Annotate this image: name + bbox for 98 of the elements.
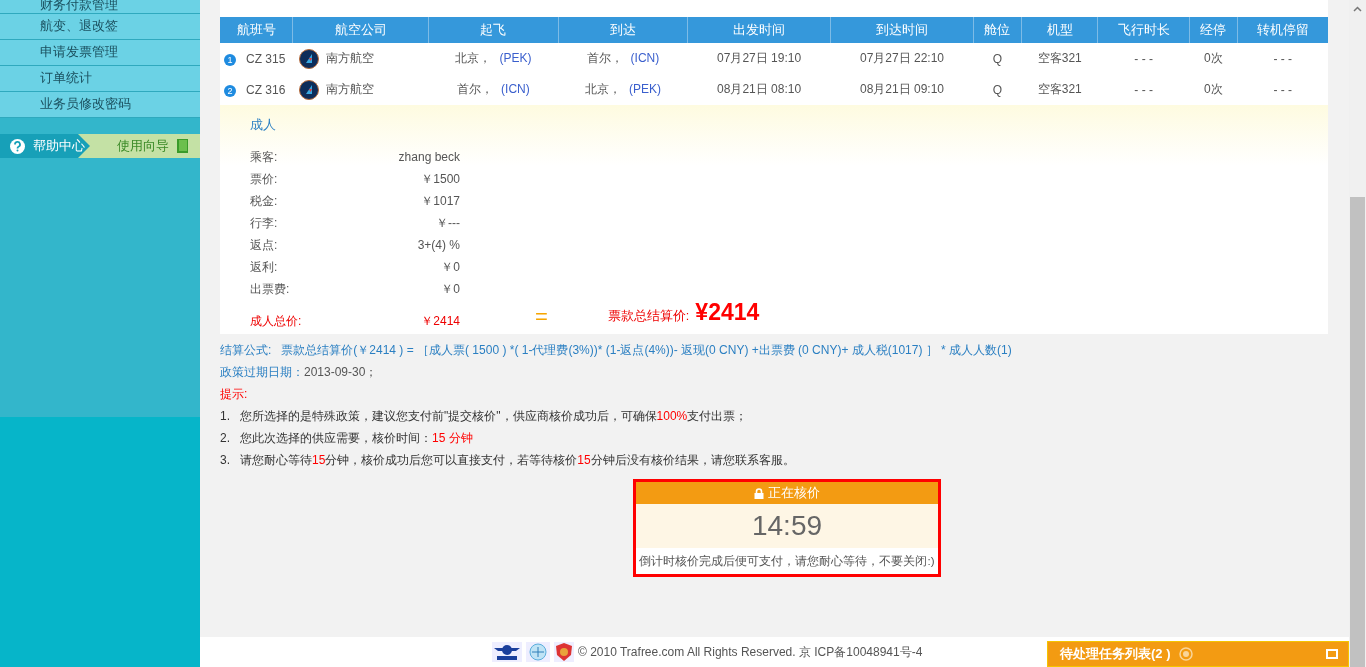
row-number-badge: 2 [224,84,236,97]
airline-name: 南方航空 [325,50,374,65]
tip-number: 2. [220,430,231,447]
copyright-text: © 2010 Trafree.com All Rights Reserved. 京 ICP备10048941号-4 [578,643,923,661]
fare-value: ￥0 [441,281,460,298]
column-header: 经停 [1189,17,1238,43]
airport-code: (PEK) [499,51,532,65]
table-cell: - - - [1237,43,1328,74]
table-cell-text: - - - [1272,81,1294,99]
countdown-time: 14:59 [750,509,824,543]
globe-wreath-logo-icon [526,642,550,662]
fare-title: 成人 [250,117,277,134]
fare-value: ￥1017 [421,193,460,210]
book-icon [177,139,188,153]
countdown-note: 倒计时核价完成后便可支付，请您耐心等待，不要关闭:) [636,548,938,574]
total-label: 成人总价: [250,313,302,330]
fare-label: 返点: [250,237,278,254]
fare-label: 票价: [250,171,278,188]
table-cell-text: 08月21日 08:10 [716,81,803,98]
fare-label: 返利: [250,259,278,276]
column-header: 转机停留 [1237,17,1328,43]
flight-number: CZ 316 [246,82,286,97]
guide-link[interactable]: 使用向导 [90,134,200,158]
airport-code: (ICN) [501,82,530,96]
highlighted-text: 15 分钟 [432,431,473,445]
highlighted-text: 15 [577,453,591,467]
tip-text: 分钟后没有核价结果，请您联系客服。 [590,453,795,467]
column-header: 机型 [1021,17,1098,43]
table-cell: - - - [1098,43,1190,74]
table-cell-text: 空客321 [1036,81,1083,98]
sidebar-item[interactable]: 订单统计 [0,66,200,92]
tip-text: 您所选择的是特殊政策，建议您支付前"提交核价"，供应商核价成功后，可确保 [240,409,657,423]
equals-sign: = [535,304,548,330]
arrival-city: 首尔， [586,51,623,65]
airline-logo-icon [298,48,319,69]
table-cell: 07月27日 22:10 [830,43,974,74]
departure-city: 首尔， [457,82,494,96]
table-cell-text: 0次 [1203,81,1224,98]
formula-text: 票款总结算价(￥2414 ) = ［成人票( 1500 ) *( 1-代理费(3%))* (1-返点(4%))- 返现(0 CNY) +出票费 (0 CNY)+ 成人税(1017) ］ * 成人人数(1) [281,343,1012,357]
countdown-title: 正在核价 [768,484,820,502]
tips-title: 提示: [220,386,249,403]
airport-code: (PEK) [628,82,661,96]
scrollbar[interactable] [1349,0,1366,667]
fare-label: 税金: [250,193,278,210]
sidebar-item[interactable]: 航变、退改签 [0,14,200,40]
fare-value: zhang beck [398,149,460,166]
column-header: 舱位 [973,17,1022,43]
fare-value: ￥0 [441,259,460,276]
wings-globe-logo-icon [492,642,522,662]
highlighted-text: 100% [656,409,688,423]
highlighted-text: 15 [312,453,326,467]
tip-number: 3. [220,452,231,469]
fare-value: ￥--- [436,215,460,232]
tip-text: 您此次选择的供应需要，核价时间： [240,431,432,445]
flight-number: CZ 315 [246,51,286,66]
table-cell: Q [973,43,1022,74]
fare-value: 3+(4) % [417,237,460,254]
column-header: 航班号 [220,17,293,43]
table-cell: 空客321 [1021,43,1098,74]
tip-text: 分钟，核价成功后您可以直接支付，若等待核价 [325,453,578,467]
table-cell: 07月27日 19:10 [687,43,831,74]
fare-label: 乘客: [250,149,278,166]
table-cell: 0次 [1189,43,1238,74]
table-cell-text: 08月21日 09:10 [858,81,945,98]
help-center-tab[interactable]: 帮助中心 [0,134,90,158]
table-cell-text: Q [991,81,1004,99]
shield-emblem-icon [554,642,574,662]
expiry-label: 政策过期日期： [220,365,304,379]
grand-total-label: 票款总结算价: [607,308,690,325]
expiry-date: 2013-09-30； [304,365,378,379]
airline-name: 南方航空 [325,81,374,96]
fare-label: 出票费: [250,281,290,298]
lock-icon [754,487,764,499]
column-header: 飞行时长 [1098,17,1190,43]
tip-number: 1. [220,408,231,425]
arrival-city: 北京， [584,82,621,96]
departure-city: 北京， [455,51,492,65]
airport-code: (ICN) [630,51,660,65]
fare-label: 行李: [250,215,278,232]
column-header: 起飞 [428,17,559,43]
circle-icon [1178,647,1193,661]
column-header: 到达 [558,17,688,43]
tip-text: 支付出票； [687,409,748,423]
tip-text: 请您耐心等待 [240,453,312,467]
question-icon [10,138,25,154]
maximize-icon[interactable] [1326,649,1338,659]
column-header: 出发时间 [687,17,831,43]
formula-label: 结算公式: [220,343,272,357]
sidebar-item[interactable]: 申请发票管理 [0,40,200,66]
column-header: 到达时间 [830,17,974,43]
sidebar-item[interactable]: 业务员修改密码 [0,92,200,118]
total-value: ￥2414 [421,313,460,330]
airline-logo-icon [298,79,319,100]
table-cell-text: - - - [1133,81,1154,99]
column-header: 航空公司 [292,17,429,43]
fare-value: ￥1500 [421,171,460,188]
row-number-badge: 1 [224,53,236,66]
grand-total-value: ¥2414 [695,299,760,326]
